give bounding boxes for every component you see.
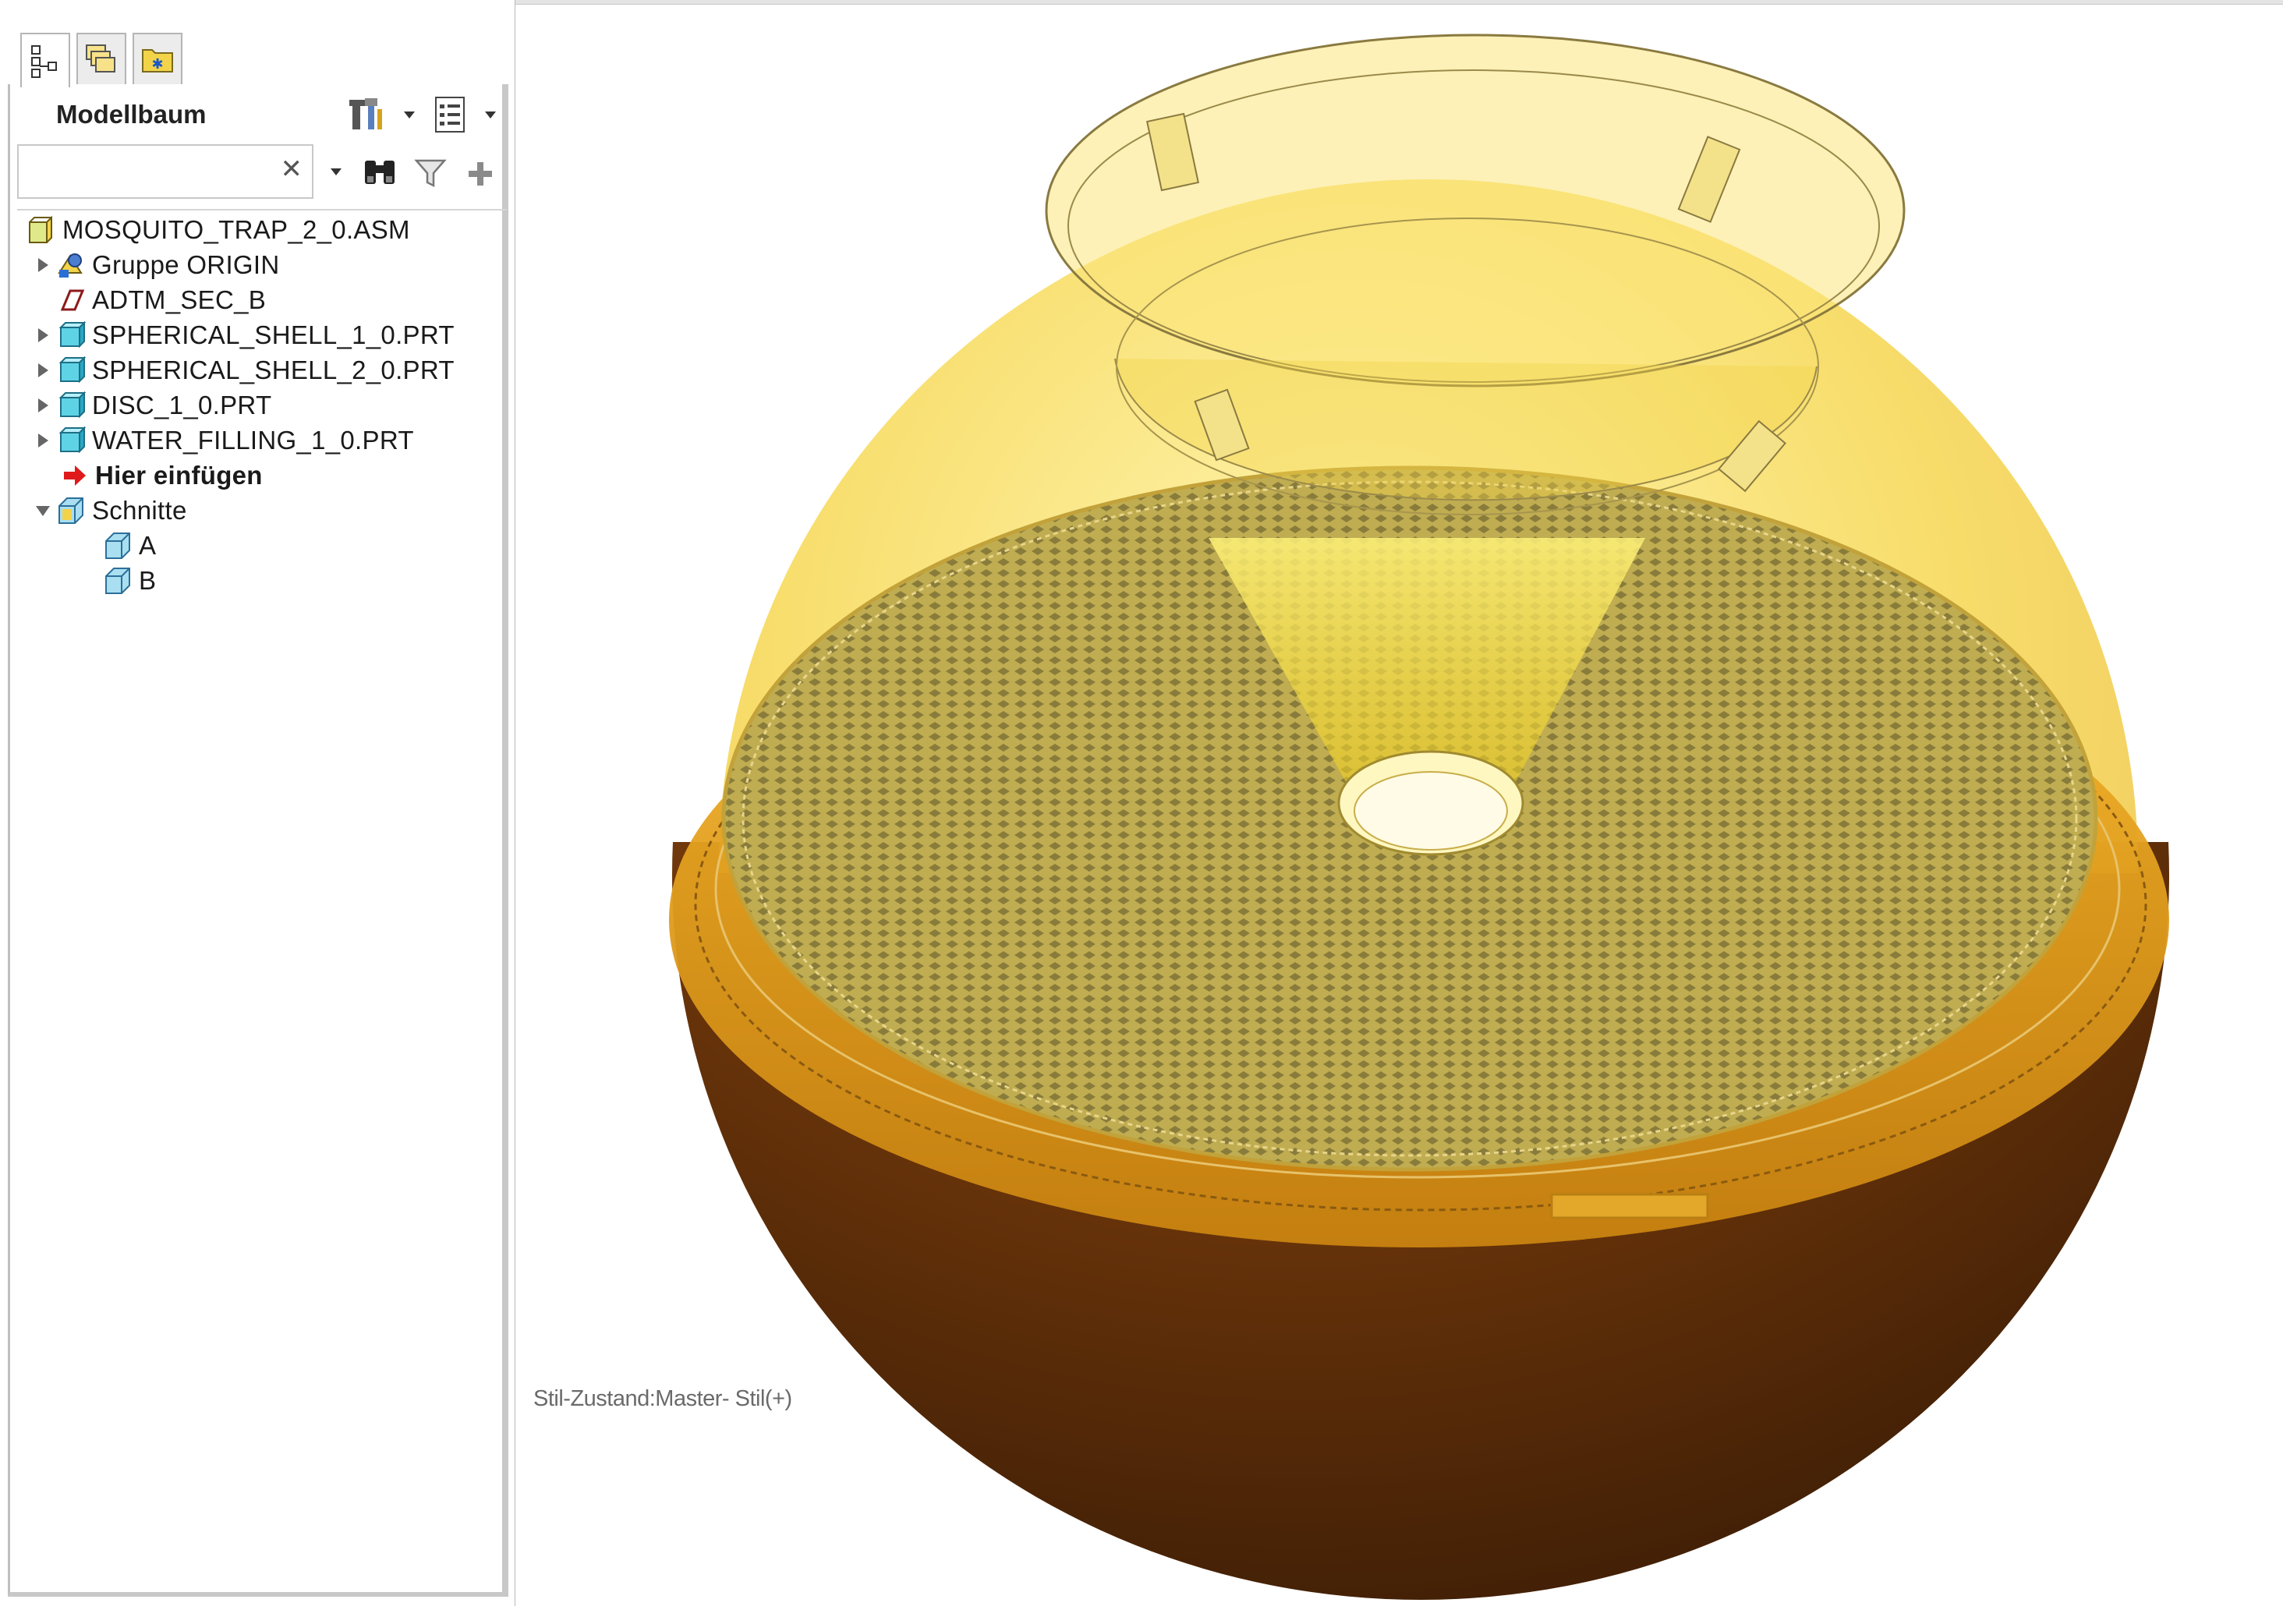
tree-item-water-filling[interactable]: WATER_FILLING_1_0.PRT: [31, 423, 414, 458]
favorites-tab[interactable]: ✱: [133, 33, 182, 84]
tree-item-spherical-shell-2[interactable]: SPHERICAL_SHELL_2_0.PRT: [31, 353, 455, 387]
search-history-caret[interactable]: [331, 168, 342, 175]
part-icon: [55, 425, 86, 456]
style-state-label: Stil-Zustand:Master- Stil(+): [533, 1386, 792, 1411]
mosquito-trap-model[interactable]: [515, 5, 2283, 1624]
expand-toggle[interactable]: [31, 394, 55, 417]
tree-item-disc[interactable]: DISC_1_0.PRT: [31, 388, 271, 423]
part-icon: [55, 320, 86, 351]
tree-item-spherical-shell-1[interactable]: SPHERICAL_SHELL_1_0.PRT: [31, 318, 455, 352]
tree-item-adtm-sec-b[interactable]: ADTM_SEC_B: [55, 283, 266, 317]
search-input[interactable]: [23, 150, 260, 194]
section-icon: [101, 530, 133, 561]
part-icon: [55, 355, 86, 386]
panel-title: Modellbaum: [56, 100, 207, 129]
filter-icon[interactable]: [413, 156, 448, 190]
group-icon: [55, 249, 86, 281]
model-tree-panel: ✱ Modellbaum ✕ MOSQUITO_TRAP_2_0.ASM Gru…: [0, 0, 515, 1606]
expand-toggle[interactable]: [31, 253, 55, 277]
graphics-viewport[interactable]: [515, 5, 2283, 1624]
sections-icon: [55, 495, 86, 526]
tree-item-section-b[interactable]: B: [101, 564, 156, 598]
collapse-toggle[interactable]: [31, 499, 55, 522]
model-tree-tab[interactable]: [20, 33, 70, 87]
model-tree-icon: [31, 45, 57, 78]
expand-toggle[interactable]: [31, 324, 55, 347]
tree-columns-icon[interactable]: [434, 95, 468, 136]
app-window: ✱ Modellbaum ✕ MOSQUITO_TRAP_2_0.ASM Gru…: [0, 0, 2283, 1624]
expand-toggle[interactable]: [31, 359, 55, 382]
section-icon: [101, 565, 133, 596]
settings-tools-icon[interactable]: [348, 95, 388, 134]
part-icon: [55, 390, 86, 421]
tree-item-schnitte[interactable]: Schnitte: [31, 494, 187, 528]
assembly-icon: [25, 214, 56, 246]
insert-here-arrow-icon: [62, 460, 89, 491]
layers-icon: [86, 44, 115, 73]
expand-toggle[interactable]: [31, 429, 55, 452]
tree-item-insert-here[interactable]: Hier einfügen: [62, 458, 263, 493]
folder-star-icon: ✱: [142, 49, 173, 73]
tree-divider: [17, 209, 507, 211]
tree-item-group-origin[interactable]: Gruppe ORIGIN: [31, 248, 279, 282]
tree-item-section-a[interactable]: A: [101, 529, 156, 563]
tree-search-box[interactable]: ✕: [17, 144, 313, 199]
add-icon[interactable]: [465, 159, 496, 190]
binoculars-icon[interactable]: [362, 156, 398, 189]
columns-dropdown-caret[interactable]: [485, 111, 496, 119]
tree-item-assembly[interactable]: MOSQUITO_TRAP_2_0.ASM: [25, 213, 410, 247]
datum-plane-icon: [55, 285, 86, 316]
layers-tab[interactable]: [76, 33, 126, 84]
clear-icon[interactable]: ✕: [281, 154, 303, 185]
svg-text:✱: ✱: [151, 56, 163, 73]
settings-dropdown-caret[interactable]: [404, 111, 415, 119]
